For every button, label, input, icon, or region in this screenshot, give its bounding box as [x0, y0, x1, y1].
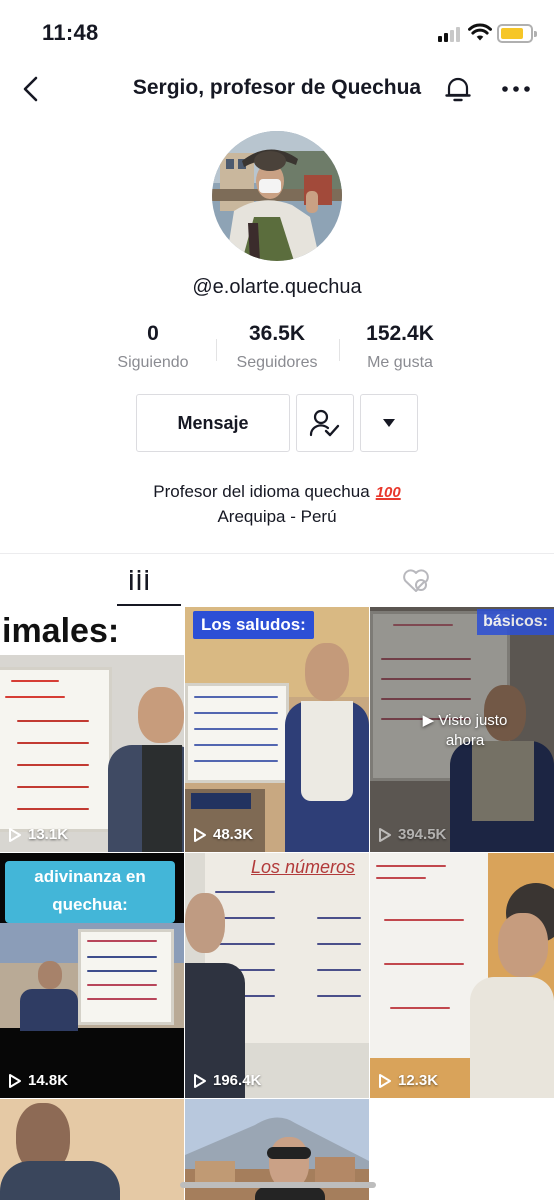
- cellular-signal-icon: [438, 26, 462, 42]
- video-caption: Los saludos:: [193, 611, 314, 639]
- follow-check-icon: [309, 409, 340, 437]
- tab-liked[interactable]: [277, 554, 554, 607]
- play-icon: [194, 827, 206, 842]
- username: @e.olarte.quechua: [192, 276, 362, 298]
- profile-tabs: [0, 553, 554, 607]
- stat-likes[interactable]: 152.4K Me gusta: [338, 322, 462, 372]
- profile-stats: 0 Siguiendo 36.5K Seguidores 152.4K Me g…: [0, 322, 554, 382]
- caption-line: adivinanza en: [34, 867, 146, 886]
- video-caption: básicos:: [477, 609, 554, 635]
- video-thumbnail[interactable]: [0, 1099, 184, 1200]
- dropdown-triangle-icon: [383, 419, 395, 427]
- status-bar: 11:48: [0, 0, 554, 62]
- message-button[interactable]: Mensaje: [136, 394, 290, 452]
- play-icon: [379, 1073, 391, 1088]
- bio-text: Profesor del idioma quechua: [153, 482, 370, 501]
- following-count: 0: [147, 322, 159, 345]
- video-thumbnail[interactable]: 12.3K: [370, 853, 554, 1098]
- video-caption: adivinanza en quechua:: [5, 863, 175, 919]
- home-indicator: [180, 1182, 376, 1188]
- play-icon: [194, 1073, 206, 1088]
- video-thumbnail[interactable]: Los saludos: 48.3K: [185, 607, 369, 852]
- avatar[interactable]: [212, 131, 342, 261]
- video-caption: imales:: [0, 607, 184, 655]
- profile-header: Sergio, profesor de Quechua: [0, 62, 554, 116]
- view-count: 14.8K: [8, 1072, 68, 1089]
- hundred-points-emoji: 100: [375, 484, 401, 501]
- video-grid: imales: 13.1K Los saludos: 48.3K básicos…: [0, 607, 554, 1200]
- suggested-accounts-button[interactable]: [360, 394, 418, 452]
- view-count-text: 12.3K: [398, 1072, 439, 1089]
- video-thumbnail[interactable]: adivinanza en quechua: 14.8K: [0, 853, 184, 1098]
- view-count: 12.3K: [378, 1072, 438, 1089]
- active-tab-indicator: [117, 604, 181, 606]
- view-count-text: 13.1K: [28, 826, 69, 843]
- view-count-text: 196.4K: [213, 1072, 262, 1089]
- more-dots-icon[interactable]: [500, 74, 532, 104]
- followers-count: 36.5K: [248, 322, 306, 345]
- view-count-text: 48.3K: [213, 826, 254, 843]
- view-count-text: 14.8K: [28, 1072, 69, 1089]
- stat-followers[interactable]: 36.5K Seguidores: [215, 322, 339, 372]
- bio-line: Profesor del idioma quechua 100: [0, 480, 554, 505]
- likes-count: 152.4K: [366, 322, 434, 345]
- tab-videos[interactable]: [0, 554, 277, 607]
- wifi-icon: [468, 23, 492, 41]
- grid-tab-icon: [129, 569, 148, 590]
- battery-icon: [497, 24, 537, 43]
- status-time: 11:48: [42, 20, 99, 45]
- view-count-text: 394.5K: [398, 826, 447, 843]
- bio-location: Arequipa - Perú: [217, 507, 337, 526]
- bio: Profesor del idioma quechua 100 Arequipa …: [0, 480, 554, 529]
- view-count: 48.3K: [193, 826, 253, 843]
- play-icon: [9, 1073, 21, 1088]
- view-count: 394.5K: [378, 826, 446, 843]
- view-count: 196.4K: [193, 1072, 261, 1089]
- following-label: Siguiendo: [117, 354, 189, 371]
- video-thumbnail[interactable]: Los números 196.4K: [185, 853, 369, 1098]
- followers-label: Seguidores: [236, 354, 318, 371]
- liked-hidden-icon: [402, 568, 429, 592]
- video-thumbnail[interactable]: básicos: ▶ Visto justo ahora 394.5K: [370, 607, 554, 852]
- bell-icon[interactable]: [443, 74, 473, 104]
- stat-following[interactable]: 0 Siguiendo: [91, 322, 215, 372]
- video-thumbnail[interactable]: imales: 13.1K: [0, 607, 184, 852]
- play-icon: [379, 827, 391, 842]
- play-icon: [9, 827, 21, 842]
- video-caption: Los números: [251, 857, 356, 877]
- profile-actions: Mensaje: [0, 394, 554, 452]
- view-count: 13.1K: [8, 826, 68, 843]
- watched-just-now-badge: ▶ Visto justo ahora: [422, 712, 508, 749]
- following-button[interactable]: [296, 394, 354, 452]
- caption-line: quechua:: [52, 895, 128, 914]
- likes-label: Me gusta: [367, 354, 433, 371]
